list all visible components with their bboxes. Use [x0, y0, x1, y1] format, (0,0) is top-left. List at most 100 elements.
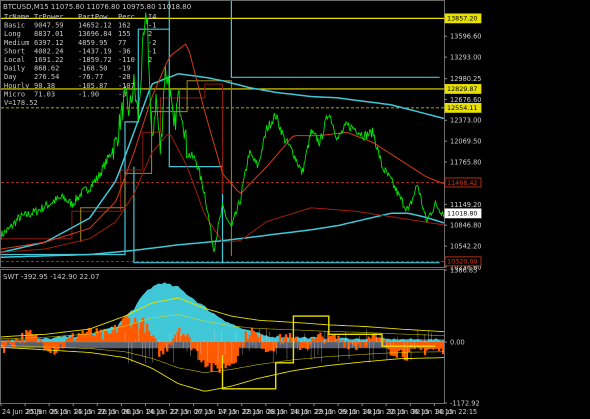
sub-orange-bar [83, 333, 86, 343]
sub-orange-bar [236, 342, 239, 356]
sub-orange-bar [442, 342, 444, 355]
sub-orange-bar [13, 342, 16, 348]
sub-orange-bar [280, 342, 284, 344]
sub-orange-bar [371, 334, 374, 342]
sub-orange-bar [401, 342, 405, 358]
sub-orange-bar [57, 342, 60, 350]
sub-orange-bar [127, 318, 131, 343]
price-tag-label: 11018.80 [447, 210, 478, 218]
sub-orange-bar [250, 327, 254, 342]
sub-orange-bar [103, 329, 107, 342]
sub-orange-bar [107, 333, 111, 343]
table-cell: 868.62 [34, 65, 59, 73]
table-header-2: PartPow [78, 13, 108, 21]
table-cell: -28 [118, 73, 131, 81]
sub-orange-bar [9, 342, 12, 345]
sub-orange-bar [246, 339, 250, 342]
sub-orange-bar [218, 342, 221, 373]
sub-orange-bar [87, 327, 90, 343]
sub-orange-bar [146, 323, 149, 342]
sub-orange-bar [7, 340, 10, 343]
sub-orange-bar [43, 342, 46, 351]
sub-orange-bar [317, 334, 320, 343]
sub-orange-bar [129, 326, 133, 343]
sub-orange-bar [254, 333, 258, 343]
sub-orange-bar [93, 336, 96, 343]
sub-title: SWT -392.95 -142.90 22.07 [3, 273, 99, 281]
sub-orange-bar [353, 342, 356, 347]
table-cell: 9047.59 [34, 22, 64, 30]
y-tick-label: 13293.00 [450, 54, 481, 62]
sub-orange-bar [210, 342, 213, 372]
sub-orange-bar [125, 316, 129, 342]
table-cell: 13696.84 [78, 30, 112, 38]
sub-orange-bar [417, 342, 421, 349]
y-tick-label: 13596.60 [450, 33, 481, 41]
sub-orange-bar [299, 342, 302, 350]
table-cell: -76.77 [78, 73, 103, 81]
sub-orange-bar [212, 342, 215, 364]
y-tick-label: 12373.00 [450, 117, 481, 125]
sub-orange-bar [440, 342, 443, 349]
price-tag-label: 12829.87 [447, 85, 478, 93]
sub-orange-bar [160, 342, 163, 351]
sub-orange-bar [23, 342, 26, 343]
table-cell: 71.03 [34, 90, 55, 98]
price-tag-label: 11468.42 [447, 179, 478, 187]
sub-orange-bar [258, 334, 262, 343]
table-cell: 6397.12 [34, 39, 64, 47]
sub-orange-bar [164, 342, 167, 347]
table-cell: -36 [118, 47, 131, 55]
sub-orange-bar [357, 342, 360, 345]
table-cell: Basic [4, 22, 25, 30]
sub-orange-bar [319, 332, 322, 343]
sub-orange-bar [359, 342, 362, 348]
sub-orange-bar [347, 342, 350, 350]
sub-orange-bar [234, 342, 237, 363]
sub-orange-bar [71, 333, 74, 343]
sub-orange-bar [91, 335, 94, 342]
sub-orange-bar [148, 330, 151, 342]
sub-orange-bar [131, 323, 135, 342]
sub-orange-bar [152, 335, 155, 343]
table-header-0: TrName [4, 13, 29, 21]
sub-orange-bar [186, 334, 189, 342]
sub-orange-bar [268, 342, 272, 351]
sub-orange-bar [182, 333, 185, 343]
table-cell: 98.38 [34, 82, 55, 90]
sub-orange-bar [365, 342, 368, 348]
sub-y-tick-label: 0.00 [450, 338, 465, 346]
sub-orange-bar [208, 342, 211, 364]
sub-orange-bar [232, 342, 235, 364]
y-tick-label: 11765.80 [450, 158, 481, 166]
sub-orange-bar [315, 337, 318, 343]
sub-orange-bar [168, 342, 171, 344]
table-cell: 2 [148, 30, 152, 38]
table-cell: 162 [118, 22, 131, 30]
sub-orange-bar [139, 322, 143, 342]
sub-orange-bar [204, 342, 207, 368]
sub-orange-bar [288, 333, 292, 342]
sub-orange-bar [242, 342, 245, 348]
sub-orange-bar [297, 341, 300, 343]
table-cell: 155 [118, 30, 131, 38]
sub-orange-bar [53, 342, 56, 355]
sub-orange-bar [216, 342, 219, 369]
sub-orange-bar [27, 331, 30, 343]
table-cell: Daily [4, 65, 25, 73]
sub-orange-bar [393, 342, 397, 357]
table-cell: -105.87 [78, 82, 108, 90]
sub-orange-bar [256, 337, 260, 343]
sub-orange-bar [369, 338, 372, 342]
table-header-3: Perc [118, 13, 135, 21]
sub-orange-bar [59, 342, 62, 345]
table-cell: Micro [4, 90, 25, 98]
sub-orange-bar [278, 333, 282, 342]
sub-orange-bar [172, 338, 175, 343]
sub-orange-bar [150, 336, 153, 343]
main-title: BTCUSD,M15 11075.80 11076.80 10975.80 11… [3, 3, 191, 11]
sub-orange-bar [262, 342, 266, 349]
table-cell: 14652.12 [78, 22, 112, 30]
sub-orange-bar [142, 317, 145, 343]
sub-orange-bar [214, 342, 217, 366]
